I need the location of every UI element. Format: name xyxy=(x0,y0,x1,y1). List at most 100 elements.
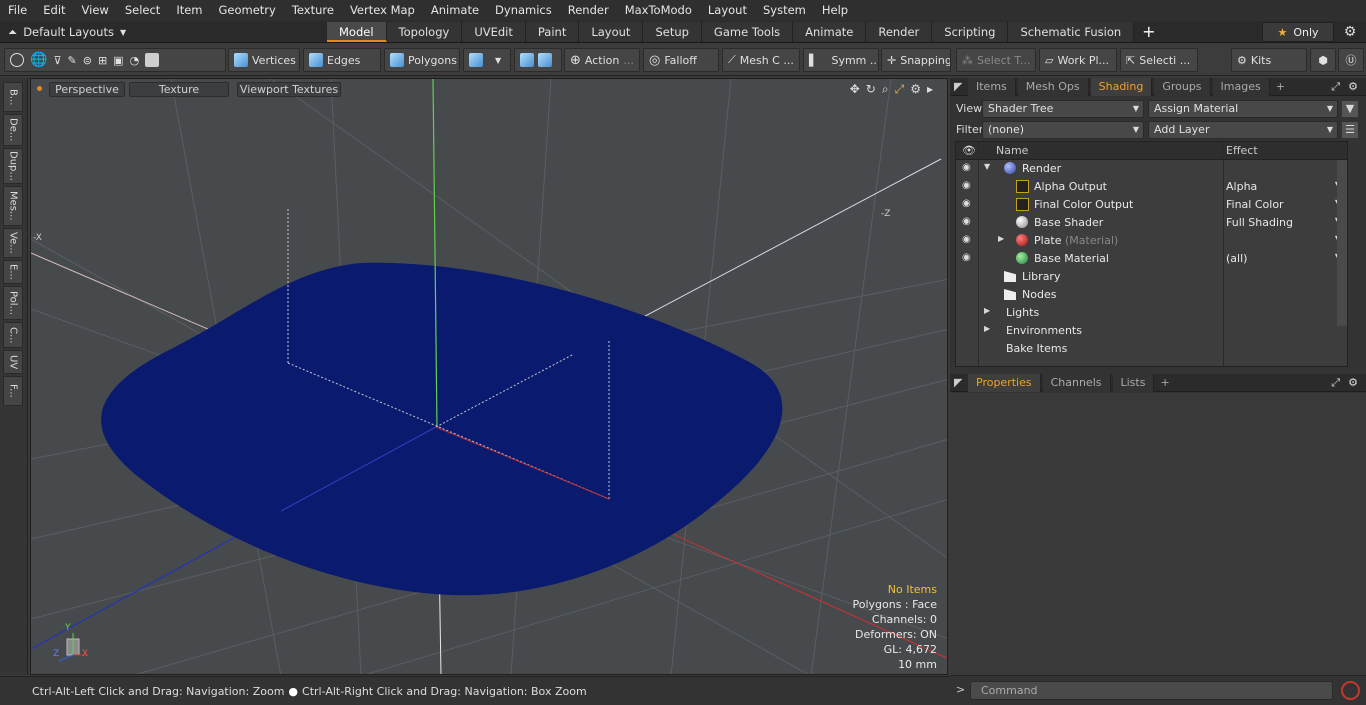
viewport-menu-dot-icon[interactable] xyxy=(37,86,42,91)
shield-right-icon[interactable] xyxy=(538,53,552,67)
tab-topology[interactable]: Topology xyxy=(386,22,463,42)
panel-gear-icon[interactable]: ⚙ xyxy=(1348,376,1358,389)
viewport-gear-icon[interactable]: ⚙ xyxy=(910,82,921,97)
menu-view[interactable]: View xyxy=(74,0,117,21)
left-tab-duplicate[interactable]: Dup... xyxy=(3,148,23,184)
left-tab-basic[interactable]: B... xyxy=(3,82,23,112)
grid-select-icon[interactable]: ⊞ xyxy=(98,54,107,67)
filter-dropdown[interactable]: (none) xyxy=(982,120,1144,139)
menu-geometry[interactable]: Geometry xyxy=(211,0,284,21)
selection-sets-button[interactable]: ⇱ Selecti ... xyxy=(1120,48,1198,72)
panel-expand-icon[interactable]: ⤢ xyxy=(1331,80,1340,94)
tab-groups[interactable]: Groups xyxy=(1154,77,1211,96)
orbit-icon[interactable]: ↻ xyxy=(866,82,876,97)
perspective-dropdown[interactable]: Perspective xyxy=(49,82,125,97)
zoom-icon[interactable]: ⌕ xyxy=(882,82,889,97)
tree-row-library[interactable]: Library xyxy=(956,268,1349,286)
pan-icon[interactable]: ✥ xyxy=(850,82,860,97)
tree-row-plate[interactable]: ◉ ▶ Plate (Material) ▼ xyxy=(956,232,1349,250)
expand-arrow-icon[interactable]: ▼ xyxy=(984,162,990,171)
tab-shading[interactable]: Shading xyxy=(1090,77,1153,96)
menu-help[interactable]: Help xyxy=(814,0,856,21)
tree-row-alpha-output[interactable]: ◉ Alpha Output Alpha ▼ xyxy=(956,178,1349,196)
tree-row-render[interactable]: ◉ ▼ Render xyxy=(956,160,1349,178)
shield-left-icon[interactable] xyxy=(520,53,534,67)
lasso-icon[interactable]: ⊽ xyxy=(53,54,61,67)
action-center-button[interactable]: ⊕ Action ... xyxy=(564,48,640,72)
menu-animate[interactable]: Animate xyxy=(423,0,487,21)
rotate-select-icon[interactable]: ◔ xyxy=(130,54,140,67)
menu-edit[interactable]: Edit xyxy=(35,0,73,21)
tree-item-effect[interactable]: Final Color xyxy=(1226,198,1284,211)
viewport-play-icon[interactable]: ▸ xyxy=(927,82,933,97)
gear-icon[interactable]: ⚙ xyxy=(1338,22,1362,42)
left-tab-mesh-edit[interactable]: Mes... xyxy=(3,186,23,226)
visibility-eye-icon[interactable]: ◉ xyxy=(962,235,974,245)
visibility-eye-icon[interactable]: ◉ xyxy=(962,217,974,227)
filter-icon[interactable]: ▼ xyxy=(1342,100,1358,117)
left-tab-deform[interactable]: De... xyxy=(3,114,23,146)
tab-setup[interactable]: Setup xyxy=(643,22,702,42)
tab-model[interactable]: Model xyxy=(327,22,387,42)
tab-properties[interactable]: Properties xyxy=(968,373,1041,392)
menu-file[interactable]: File xyxy=(0,0,35,21)
tab-schematic-fusion[interactable]: Schematic Fusion xyxy=(1008,22,1135,42)
tab-mesh-ops[interactable]: Mesh Ops xyxy=(1017,77,1089,96)
item-mode-icon[interactable] xyxy=(145,53,160,67)
menu-maxtomodo[interactable]: MaxToModo xyxy=(617,0,700,21)
viewport-textures-dropdown[interactable]: Viewport Textures xyxy=(237,82,341,97)
edges-button[interactable]: Edges xyxy=(303,48,381,72)
tree-row-nodes[interactable]: Nodes xyxy=(956,286,1349,304)
add-panel-tab-button[interactable]: + xyxy=(1156,376,1173,389)
menu-layout[interactable]: Layout xyxy=(700,0,755,21)
panel-corner-icon[interactable]: ◤ xyxy=(950,80,968,93)
tree-item-effect[interactable]: Alpha xyxy=(1226,180,1257,193)
expand-arrow-icon[interactable]: ▶ xyxy=(984,306,990,315)
menu-dynamics[interactable]: Dynamics xyxy=(487,0,560,21)
unreal-icon[interactable]: Ⓤ xyxy=(1338,48,1364,72)
panel-gear-icon[interactable]: ⚙ xyxy=(1348,80,1358,93)
falloff-button[interactable]: ◎ Falloff xyxy=(643,48,719,72)
column-name-header[interactable]: Name xyxy=(996,144,1028,157)
tree-item-effect[interactable]: Full Shading xyxy=(1226,216,1293,229)
only-toggle[interactable]: ★ Only xyxy=(1262,22,1334,42)
expand-arrow-icon[interactable]: ▶ xyxy=(984,324,990,333)
panel-corner-icon[interactable]: ◤ xyxy=(950,376,968,389)
tab-images[interactable]: Images xyxy=(1212,77,1270,96)
tree-row-environments[interactable]: ▶ Environments xyxy=(956,322,1349,340)
loop-select-icon[interactable]: ⊜ xyxy=(83,54,92,67)
tab-render[interactable]: Render xyxy=(866,22,933,42)
menu-texture[interactable]: Texture xyxy=(284,0,342,21)
tree-row-base-shader[interactable]: ◉ Base Shader Full Shading ▼ xyxy=(956,214,1349,232)
visibility-eye-icon[interactable]: ◉ xyxy=(962,253,974,263)
tab-channels[interactable]: Channels xyxy=(1042,373,1111,392)
tree-item-effect[interactable]: (all) xyxy=(1226,252,1247,265)
visibility-eye-icon[interactable]: ◉ xyxy=(962,181,974,191)
vertices-button[interactable]: Vertices xyxy=(228,48,300,72)
globe-icon[interactable]: 🌐 xyxy=(30,52,47,68)
symmetry-button[interactable]: ▌ Symm ... xyxy=(803,48,879,72)
left-tab-edge[interactable]: E... xyxy=(3,260,23,284)
tree-row-bake-items[interactable]: Bake Items xyxy=(956,340,1349,358)
tab-scripting[interactable]: Scripting xyxy=(932,22,1009,42)
visibility-eye-icon[interactable]: ◉ xyxy=(962,163,974,173)
left-tab-vertex[interactable]: Ve... xyxy=(3,228,23,258)
visibility-eye-icon[interactable]: ◉ xyxy=(962,199,974,209)
tab-game-tools[interactable]: Game Tools xyxy=(701,22,794,42)
work-plane-button[interactable]: ▱ Work Pl... xyxy=(1039,48,1117,72)
left-tab-curve[interactable]: C... xyxy=(3,322,23,348)
circle-select-icon[interactable] xyxy=(10,53,24,67)
tab-uvedit[interactable]: UVEdit xyxy=(462,22,526,42)
tab-layout[interactable]: Layout xyxy=(579,22,644,42)
mesh-constraint-button[interactable]: ⟋ Mesh C ... xyxy=(722,48,800,72)
assign-material-dropdown[interactable]: Assign Material xyxy=(1148,99,1338,118)
maximize-icon[interactable]: ⤢ xyxy=(895,82,905,97)
material-mode-button[interactable]: ▼ xyxy=(463,48,511,72)
tree-row-base-material[interactable]: ◉ Base Material (all) ▼ xyxy=(956,250,1349,268)
left-tab-fusion[interactable]: F... xyxy=(3,376,23,406)
snapping-button[interactable]: ✛ Snapping xyxy=(881,48,951,72)
column-effect-header[interactable]: Effect xyxy=(1226,144,1258,157)
expand-arrow-icon[interactable]: ▶ xyxy=(998,234,1004,243)
tree-scrollbar[interactable] xyxy=(1337,160,1347,326)
brush-select-icon[interactable]: ✎ xyxy=(68,54,77,67)
